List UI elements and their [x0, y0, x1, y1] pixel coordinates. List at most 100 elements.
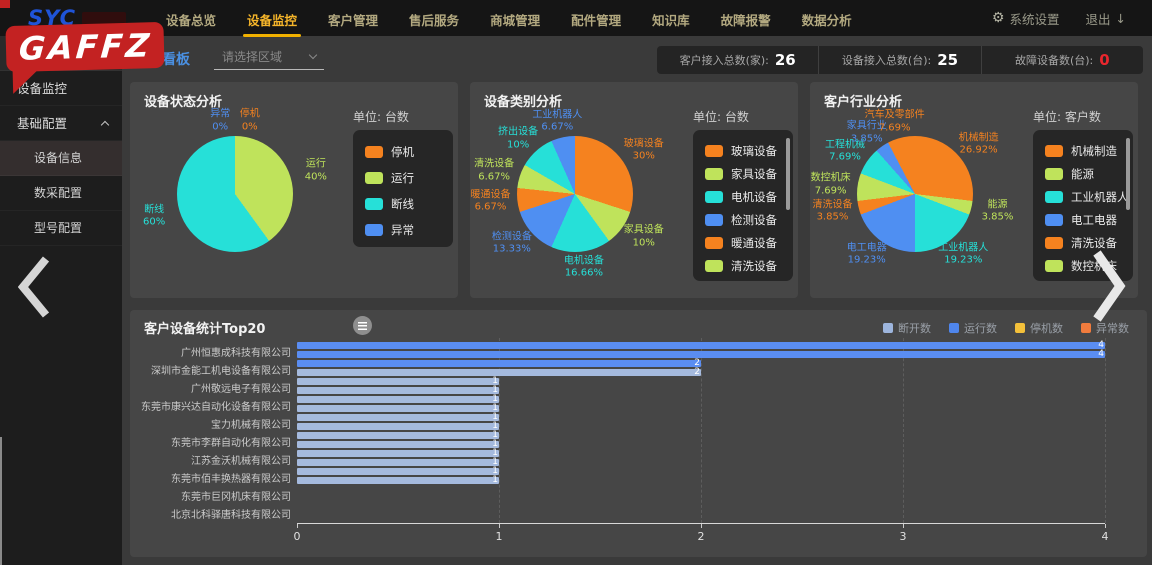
- legend-item-0[interactable]: 停机: [365, 139, 453, 165]
- bar-5-0[interactable]: 1: [297, 432, 499, 439]
- nav-item-6[interactable]: 知识库: [650, 0, 692, 37]
- legend-item-5[interactable]: 清洗设备: [705, 254, 793, 277]
- region-select-dropdown[interactable]: 请选择区域: [214, 44, 324, 70]
- legend-label: 暖通设备: [731, 235, 777, 251]
- legend-item-0[interactable]: 玻璃设备: [705, 139, 793, 162]
- pie-slice-pct: 0%: [240, 121, 260, 134]
- bar-7-0[interactable]: 1: [297, 468, 499, 475]
- legend-label: 清洗设备: [1071, 235, 1117, 251]
- legend-item-4[interactable]: 暖通设备: [705, 231, 793, 254]
- legend-item-2[interactable]: 断线: [365, 191, 453, 217]
- pie-slice-name: 运行: [305, 159, 327, 172]
- pie-slice-pct: 13.33%: [492, 244, 532, 257]
- nav-item-8[interactable]: 数据分析: [800, 0, 854, 37]
- x-axis-label: 1: [487, 530, 511, 543]
- unit-label: 单位: 台数: [353, 108, 409, 125]
- sidebar-item-2[interactable]: 基础配置: [0, 106, 122, 141]
- sidebar-item-5[interactable]: 型号配置: [0, 211, 122, 246]
- nav-item-4[interactable]: 商城管理: [488, 0, 542, 37]
- legend-item-2[interactable]: 工业机器人: [1045, 185, 1133, 208]
- legend-item-3[interactable]: 异常: [365, 217, 453, 243]
- legend-swatch: [365, 224, 383, 236]
- pie-chart[interactable]: [517, 136, 633, 252]
- bar-4-0[interactable]: 1: [297, 414, 499, 421]
- legend-item-2[interactable]: 电机设备: [705, 185, 793, 208]
- bar-0-0[interactable]: 4: [297, 342, 1105, 349]
- legend-swatch: [1045, 260, 1063, 272]
- pie-slice-name: 断线: [143, 204, 165, 217]
- bar-3-0[interactable]: 1: [297, 396, 499, 403]
- system-settings-button[interactable]: ⚙ 系统设置: [992, 9, 1060, 28]
- sidebar-item-4[interactable]: 数采配置: [0, 176, 122, 211]
- logout-button[interactable]: 退出 ↓: [1086, 9, 1127, 28]
- bar-3-1[interactable]: 1: [297, 405, 499, 412]
- legend-item-1[interactable]: 能源: [1045, 162, 1133, 185]
- bar-6-1[interactable]: 1: [297, 459, 499, 466]
- region-select-placeholder: 请选择区域: [222, 50, 282, 64]
- pie-slice-pct: 60%: [143, 217, 165, 230]
- pie-slice-name: 清洗设备: [474, 159, 514, 172]
- sidebar-item-3[interactable]: 设备信息: [0, 141, 122, 176]
- bar-row-label: 广州敬远电子有限公司: [130, 380, 291, 395]
- legend-item-1[interactable]: 家具设备: [705, 162, 793, 185]
- pie-chart[interactable]: [177, 136, 293, 252]
- system-settings-label: 系统设置: [1009, 9, 1059, 28]
- bar-7-1[interactable]: 1: [297, 477, 499, 484]
- bar-2-1[interactable]: 1: [297, 387, 499, 394]
- unit-label: 单位: 台数: [693, 108, 749, 125]
- legend-item-1[interactable]: 运行: [365, 165, 453, 191]
- legend-label: 停机: [391, 144, 414, 160]
- pie-card-0: 设备状态分析停机0%运行40%断线60%异常0%单位: 台数停机运行断线异常: [130, 82, 458, 298]
- legend-label: 机械制造: [1071, 143, 1117, 159]
- pie-legend: 停机运行断线异常: [353, 130, 453, 247]
- bar-4-1[interactable]: 1: [297, 423, 499, 430]
- legend-item-3[interactable]: 电工电器: [1045, 208, 1133, 231]
- pie-slice-pct: 3.85%: [982, 212, 1014, 225]
- bar-2-0[interactable]: 1: [297, 378, 499, 385]
- pie-slice-name: 家具设备: [624, 225, 664, 238]
- nav-item-0[interactable]: 设备总览: [164, 0, 218, 37]
- bar-1-1[interactable]: 2: [297, 369, 701, 376]
- bar-0-1[interactable]: 4: [297, 351, 1105, 358]
- bar-6-0[interactable]: 1: [297, 450, 499, 457]
- bar-1-0[interactable]: 2: [297, 360, 701, 367]
- stat-value: 26: [775, 51, 796, 69]
- sidebar-item-label: 型号配置: [34, 221, 82, 235]
- legend-scrollbar[interactable]: [1126, 138, 1130, 210]
- legend-swatch: [1045, 168, 1063, 180]
- legend-swatch: [705, 191, 723, 203]
- nav-item-7[interactable]: 故障报警: [719, 0, 773, 37]
- pie-slice-label: 检测设备13.33%: [492, 231, 532, 256]
- bar-5-1[interactable]: 1: [297, 441, 499, 448]
- pie-slice-name: 工业机器人: [938, 242, 988, 255]
- pie-card-title: 设备状态分析: [144, 91, 222, 110]
- legend-item-3[interactable]: 检测设备: [705, 208, 793, 231]
- pie-slice-label: 玻璃设备30%: [624, 138, 664, 163]
- pie-slice-pct: 6.67%: [470, 202, 510, 215]
- nav-item-5[interactable]: 配件管理: [569, 0, 623, 37]
- legend-scrollbar[interactable]: [786, 138, 790, 210]
- nav-item-1[interactable]: 设备监控: [245, 0, 299, 37]
- gridline-3: [903, 338, 904, 523]
- legend-label: 工业机器人: [1071, 189, 1129, 205]
- nav-item-2[interactable]: 客户管理: [326, 0, 380, 37]
- sidebar-item-label: 数采配置: [34, 186, 82, 200]
- stat-value: 25: [937, 51, 958, 69]
- stat-group-0: 客户接入总数(家):26: [657, 46, 818, 74]
- carousel-next-arrow[interactable]: [1092, 250, 1126, 322]
- chevron-up-icon: [101, 121, 109, 129]
- watermark-box: GAFFZ: [5, 22, 164, 72]
- pie-slice-label: 清洗设备6.67%: [474, 159, 514, 184]
- legend-item-0[interactable]: 机械制造: [1045, 139, 1133, 162]
- pie-chart[interactable]: [857, 136, 973, 252]
- pie-card-title: 客户行业分析: [824, 91, 902, 110]
- legend-label: 检测设备: [731, 212, 777, 228]
- x-axis-label: 0: [285, 530, 309, 543]
- carousel-prev-arrow[interactable]: [18, 256, 50, 318]
- pie-slice-label: 数控机床7.69%: [811, 173, 851, 198]
- x-axis-label: 2: [689, 530, 713, 543]
- bar-chart-title: 客户设备统计Top20: [144, 318, 265, 337]
- nav-item-3[interactable]: 售后服务: [407, 0, 461, 37]
- sidebar-scrollbar[interactable]: [0, 437, 2, 565]
- pie-slice-pct: 19.23%: [938, 255, 988, 268]
